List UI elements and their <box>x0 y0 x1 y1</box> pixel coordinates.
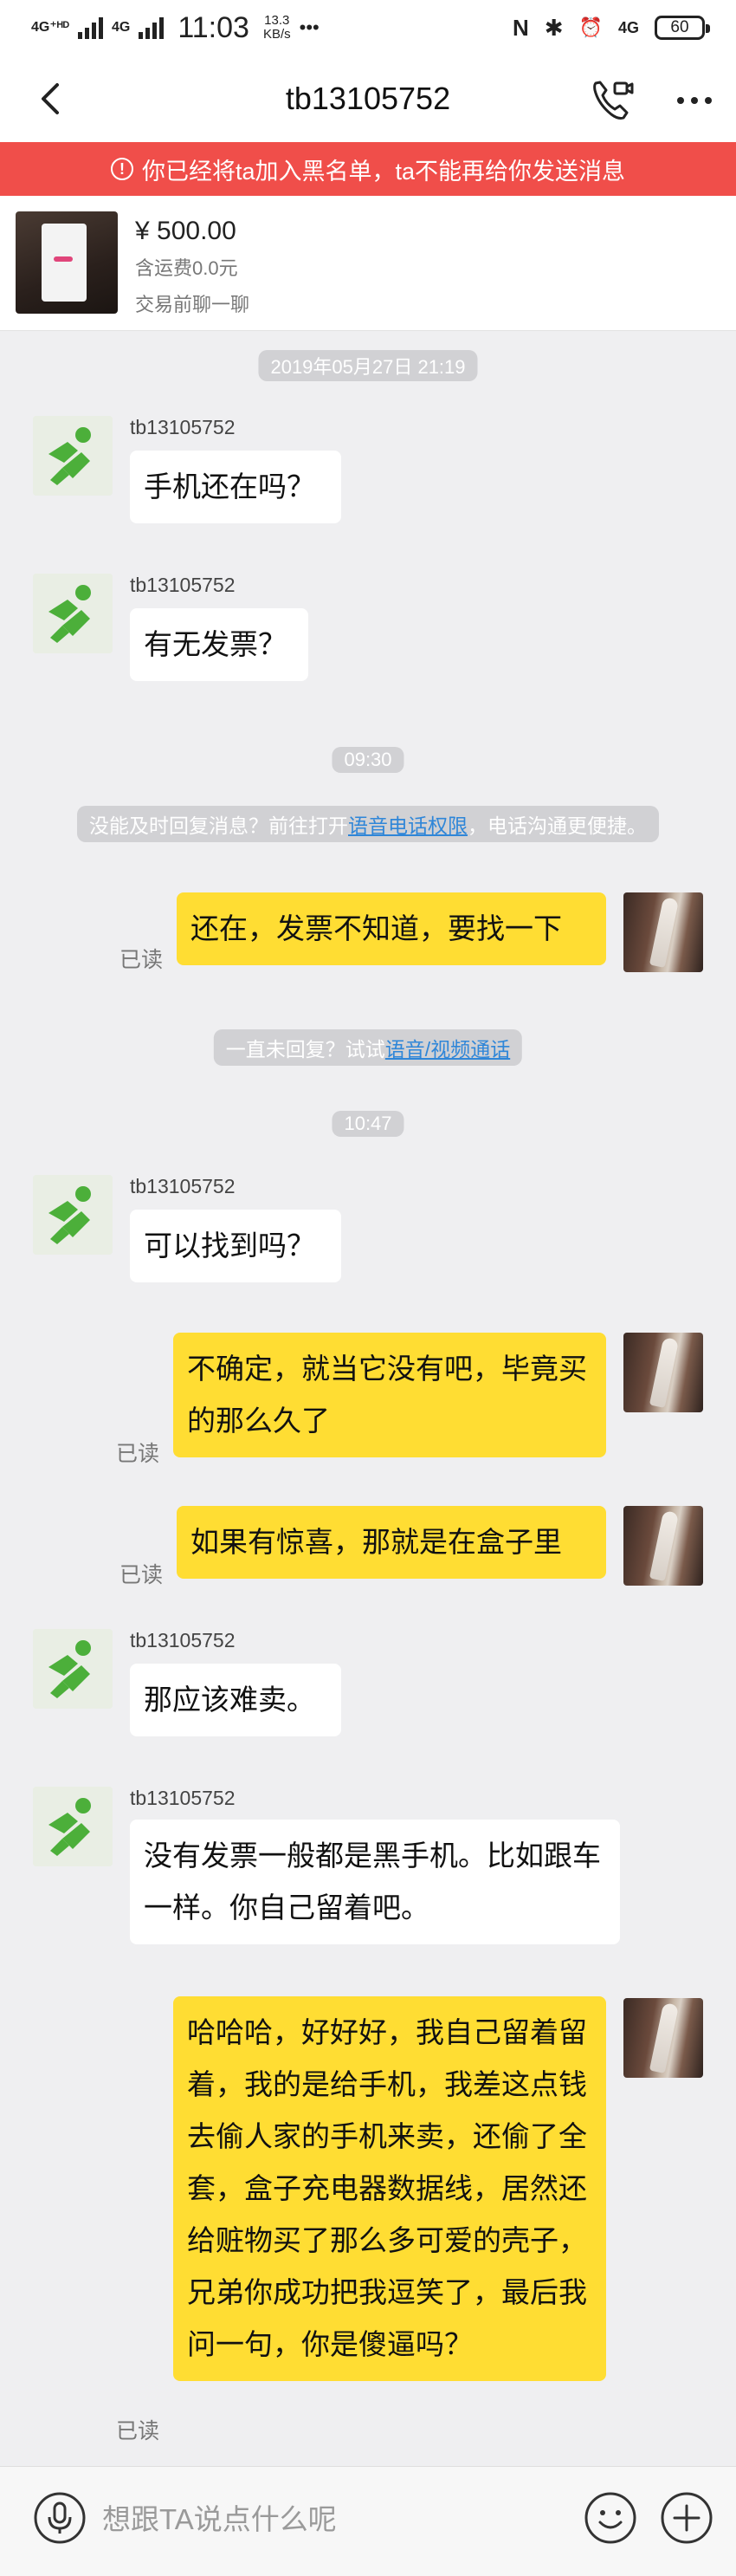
blacklist-banner: ! 你已经将ta加入黑名单，ta不能再给你发送消息 <box>0 142 736 196</box>
message-bubble-outgoing[interactable]: 哈哈哈，好好好，我自己留着留着，我的是给手机，我差这点钱去偷人家的手机来卖，还偷… <box>173 1996 606 2381</box>
battery-icon: 60 <box>655 16 710 40</box>
signal-icon <box>78 16 104 39</box>
emoji-icon[interactable] <box>584 2491 637 2545</box>
alarm-icon: ⏰ <box>578 16 603 38</box>
network-indicator-3: 4G <box>617 18 639 36</box>
status-left: 4G⁺ᴴᴰ 4G 11:03 13.3 KB/s ••• <box>31 11 320 45</box>
message-bubble-outgoing[interactable]: 还在，发票不知道，要找一下 <box>177 892 606 965</box>
timestamp: 10:47 <box>332 1111 404 1137</box>
sender-name: tb13105752 <box>130 1787 236 1809</box>
speed-unit: KB/s <box>262 27 291 42</box>
chat-hint: 交易前聊一聊 <box>135 294 250 315</box>
product-card[interactable]: ¥ 500.00 含运费0.0元 交易前聊一聊 <box>0 196 736 331</box>
title-bar: tb13105752 <box>0 55 736 142</box>
signal-icon-2 <box>139 16 165 39</box>
runner-logo-icon <box>33 574 113 653</box>
notice-text: 一直未回复？试试 <box>225 1038 385 1061</box>
warning-icon: ! <box>110 158 133 180</box>
message-bubble-outgoing[interactable]: 不确定，就当它没有吧，毕竟买的那么久了 <box>173 1333 606 1457</box>
avatar[interactable] <box>33 1787 113 1866</box>
read-status: 已读 <box>119 948 164 972</box>
runner-logo-icon <box>33 416 113 496</box>
permission-notice: 没能及时回复消息？前往打开语音电话权限，电话沟通更便捷。 <box>77 806 659 842</box>
network-indicator-2: 4G <box>112 20 131 35</box>
notice-text-suffix: ，电话沟通更便捷。 <box>468 814 647 837</box>
message-bubble-outgoing[interactable]: 如果有惊喜，那就是在盒子里 <box>177 1506 606 1579</box>
sender-name: tb13105752 <box>130 416 236 438</box>
shipping-fee: 含运费0.0元 <box>135 257 238 279</box>
read-status: 已读 <box>116 2419 160 2443</box>
my-avatar[interactable] <box>623 1998 703 2078</box>
banner-text: 你已经将ta加入黑名单，ta不能再给你发送消息 <box>141 158 626 185</box>
runner-logo-icon <box>33 1175 113 1255</box>
runner-logo-icon <box>33 1629 113 1709</box>
my-avatar[interactable] <box>623 1506 703 1586</box>
avatar[interactable] <box>33 574 113 653</box>
nfc-icon: N <box>513 14 529 41</box>
input-bar <box>0 2466 736 2576</box>
status-bar: 4G⁺ᴴᴰ 4G 11:03 13.3 KB/s ••• N ✱ ⏰ 4G 60 <box>0 0 736 55</box>
more-notifications-icon: ••• <box>299 16 320 38</box>
message-bubble-incoming[interactable]: 那应该难卖。 <box>130 1664 341 1736</box>
product-thumbnail[interactable] <box>16 211 118 314</box>
avatar[interactable] <box>33 416 113 496</box>
message-bubble-incoming[interactable]: 有无发票？ <box>130 608 308 681</box>
video-call-link[interactable]: 语音/视频通话 <box>385 1038 510 1061</box>
sender-name: tb13105752 <box>130 574 236 596</box>
plus-icon[interactable] <box>660 2491 713 2545</box>
notice-text: 没能及时回复消息？前往打开 <box>89 814 348 837</box>
product-price: ¥ 500.00 <box>135 217 236 245</box>
more-options-icon[interactable] <box>668 75 720 127</box>
my-avatar[interactable] <box>623 1333 703 1412</box>
message-bubble-incoming[interactable]: 没有发票一般都是黑手机。比如跟车一样。你自己留着吧。 <box>130 1820 620 1944</box>
bluetooth-icon: ✱ <box>544 14 564 41</box>
timestamp: 09:30 <box>332 747 404 773</box>
message-bubble-incoming[interactable]: 可以找到吗？ <box>130 1210 341 1282</box>
avatar[interactable] <box>33 1629 113 1709</box>
read-status: 已读 <box>116 1442 160 1466</box>
message-input[interactable] <box>102 2489 570 2550</box>
call-suggestion-notice: 一直未回复？试试语音/视频通话 <box>213 1029 523 1066</box>
voice-call-icon[interactable] <box>585 75 637 127</box>
runner-logo-icon <box>33 1787 113 1866</box>
microphone-icon[interactable] <box>33 2491 87 2545</box>
network-speed: 13.3 KB/s <box>263 14 291 42</box>
clock: 11:03 <box>178 10 249 44</box>
sender-name: tb13105752 <box>130 1175 236 1197</box>
message-bubble-incoming[interactable]: 手机还在吗？ <box>130 451 341 523</box>
sender-name: tb13105752 <box>130 1629 236 1651</box>
avatar[interactable] <box>33 1175 113 1255</box>
status-right: N ✱ ⏰ 4G 60 <box>513 14 710 42</box>
timestamp: 2019年05月27日 21:19 <box>258 350 478 381</box>
speed-value: 13.3 <box>264 13 290 28</box>
my-avatar[interactable] <box>623 892 703 972</box>
network-indicator-1: 4G⁺ᴴᴰ <box>31 20 70 35</box>
voice-permission-link[interactable]: 语音电话权限 <box>348 814 468 837</box>
read-status: 已读 <box>119 1563 164 1587</box>
